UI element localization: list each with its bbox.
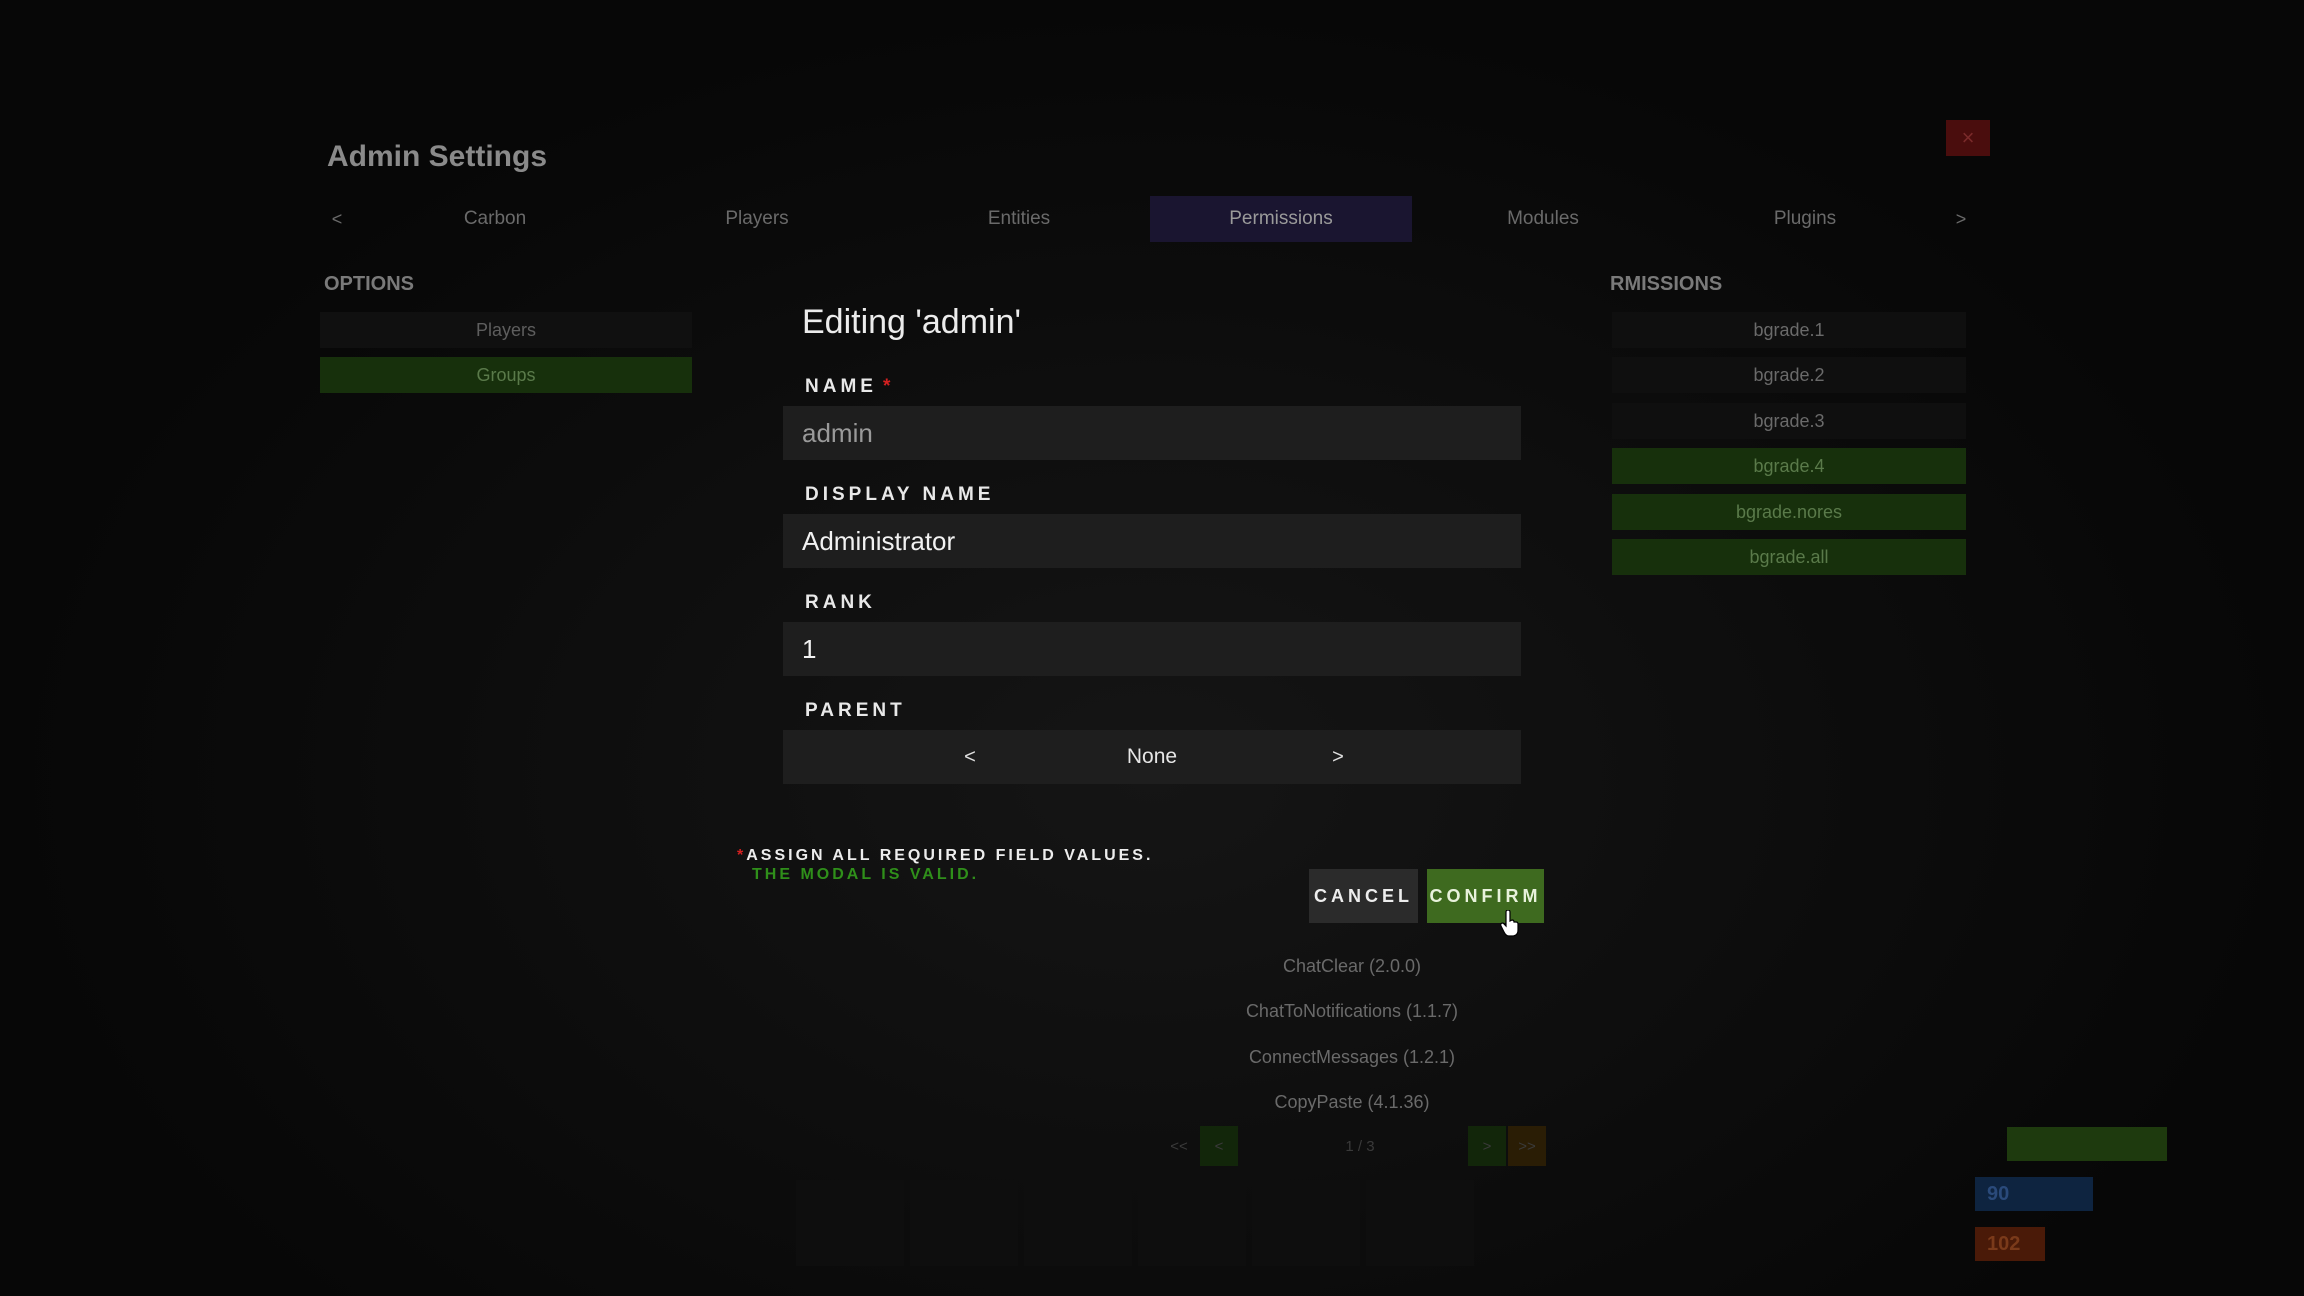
permission-item[interactable]: bgrade.4 bbox=[1612, 448, 1966, 484]
permission-item[interactable]: bgrade.all bbox=[1612, 539, 1966, 575]
pager-page-indicator: 1 / 3 bbox=[1345, 1137, 1375, 1155]
admin-settings-title: Admin Settings bbox=[327, 140, 548, 173]
plugin-pager: << < 1 / 3 > >> bbox=[1160, 1126, 1546, 1166]
pager-next-button[interactable]: > bbox=[1468, 1126, 1506, 1166]
option-groups[interactable]: Groups bbox=[320, 357, 692, 393]
hotbar-slot bbox=[1366, 1180, 1474, 1266]
tab-bar: < Carbon Players Entities Permissions Mo… bbox=[322, 196, 1976, 242]
cancel-button[interactable]: CANCEL bbox=[1309, 869, 1418, 923]
water-stat: 90 bbox=[1975, 1177, 2093, 1211]
close-button[interactable]: × bbox=[1946, 120, 1990, 156]
plugin-item[interactable]: ChatToNotifications (1.1.7) bbox=[1150, 993, 1554, 1029]
tab-plugins[interactable]: Plugins bbox=[1674, 196, 1936, 242]
food-stat: 102 bbox=[1975, 1227, 2045, 1261]
permission-item[interactable]: bgrade.nores bbox=[1612, 494, 1966, 530]
parent-selector: None < > bbox=[783, 730, 1521, 784]
tab-entities[interactable]: Entities bbox=[888, 196, 1150, 242]
hotbar-slot bbox=[796, 1180, 904, 1266]
name-input-value: admin bbox=[802, 417, 873, 448]
permission-item[interactable]: bgrade.3 bbox=[1612, 403, 1966, 439]
modal-title: Editing 'admin' bbox=[802, 303, 1021, 341]
name-label-text: NAME bbox=[805, 376, 877, 397]
plugin-item[interactable]: CopyPaste (4.1.36) bbox=[1150, 1084, 1554, 1120]
pager-last-button[interactable]: >> bbox=[1508, 1126, 1546, 1166]
display-name-input[interactable]: Administrator bbox=[783, 514, 1521, 568]
rank-input-value: 1 bbox=[802, 633, 817, 664]
name-label: NAME * bbox=[805, 376, 894, 398]
option-players[interactable]: Players bbox=[320, 312, 692, 348]
modal-valid-note: THE MODAL IS VALID. bbox=[752, 866, 980, 883]
parent-prev-button[interactable]: < bbox=[950, 730, 990, 784]
hotbar-slot bbox=[910, 1180, 1018, 1266]
tab-modules[interactable]: Modules bbox=[1412, 196, 1674, 242]
permissions-heading: RMISSIONS bbox=[1610, 273, 1723, 295]
required-star: * bbox=[737, 847, 747, 864]
plugin-item[interactable]: ConnectMessages (1.2.1) bbox=[1150, 1039, 1554, 1075]
name-input[interactable]: admin bbox=[783, 406, 1521, 460]
required-star: * bbox=[882, 376, 895, 397]
required-fields-note: ASSIGN ALL REQUIRED FIELD VALUES. bbox=[746, 847, 1154, 864]
hotbar-slot bbox=[1024, 1180, 1132, 1266]
rank-label: RANK bbox=[805, 592, 876, 613]
options-heading: OPTIONS bbox=[324, 273, 415, 295]
permission-item[interactable]: bgrade.1 bbox=[1612, 312, 1966, 348]
tab-prev-arrow[interactable]: < bbox=[322, 196, 352, 242]
pager-prev-button[interactable]: < bbox=[1200, 1126, 1238, 1166]
parent-selector-value: None bbox=[1126, 745, 1178, 768]
display-name-label: DISPLAY NAME bbox=[805, 484, 995, 505]
parent-next-button[interactable]: > bbox=[1318, 730, 1358, 784]
tab-permissions[interactable]: Permissions bbox=[1150, 196, 1412, 242]
hand-cursor-icon bbox=[1500, 910, 1519, 937]
hotbar-slot bbox=[1252, 1180, 1360, 1266]
confirm-button[interactable]: CONFIRM bbox=[1427, 869, 1544, 923]
display-name-input-value: Administrator bbox=[802, 525, 956, 556]
health-bar bbox=[2007, 1127, 2167, 1161]
parent-label: PARENT bbox=[805, 700, 906, 721]
pager-first-button[interactable]: << bbox=[1160, 1126, 1198, 1166]
tab-carbon[interactable]: Carbon bbox=[364, 196, 626, 242]
plugin-item[interactable]: ChatClear (2.0.0) bbox=[1150, 948, 1554, 984]
permission-item[interactable]: bgrade.2 bbox=[1612, 357, 1966, 393]
tab-next-arrow[interactable]: > bbox=[1946, 196, 1976, 242]
rank-input[interactable]: 1 bbox=[783, 622, 1521, 676]
tab-players[interactable]: Players bbox=[626, 196, 888, 242]
validation-notes: *ASSIGN ALL REQUIRED FIELD VALUES. THE M… bbox=[737, 846, 1153, 884]
hotbar-slot bbox=[1138, 1180, 1246, 1266]
